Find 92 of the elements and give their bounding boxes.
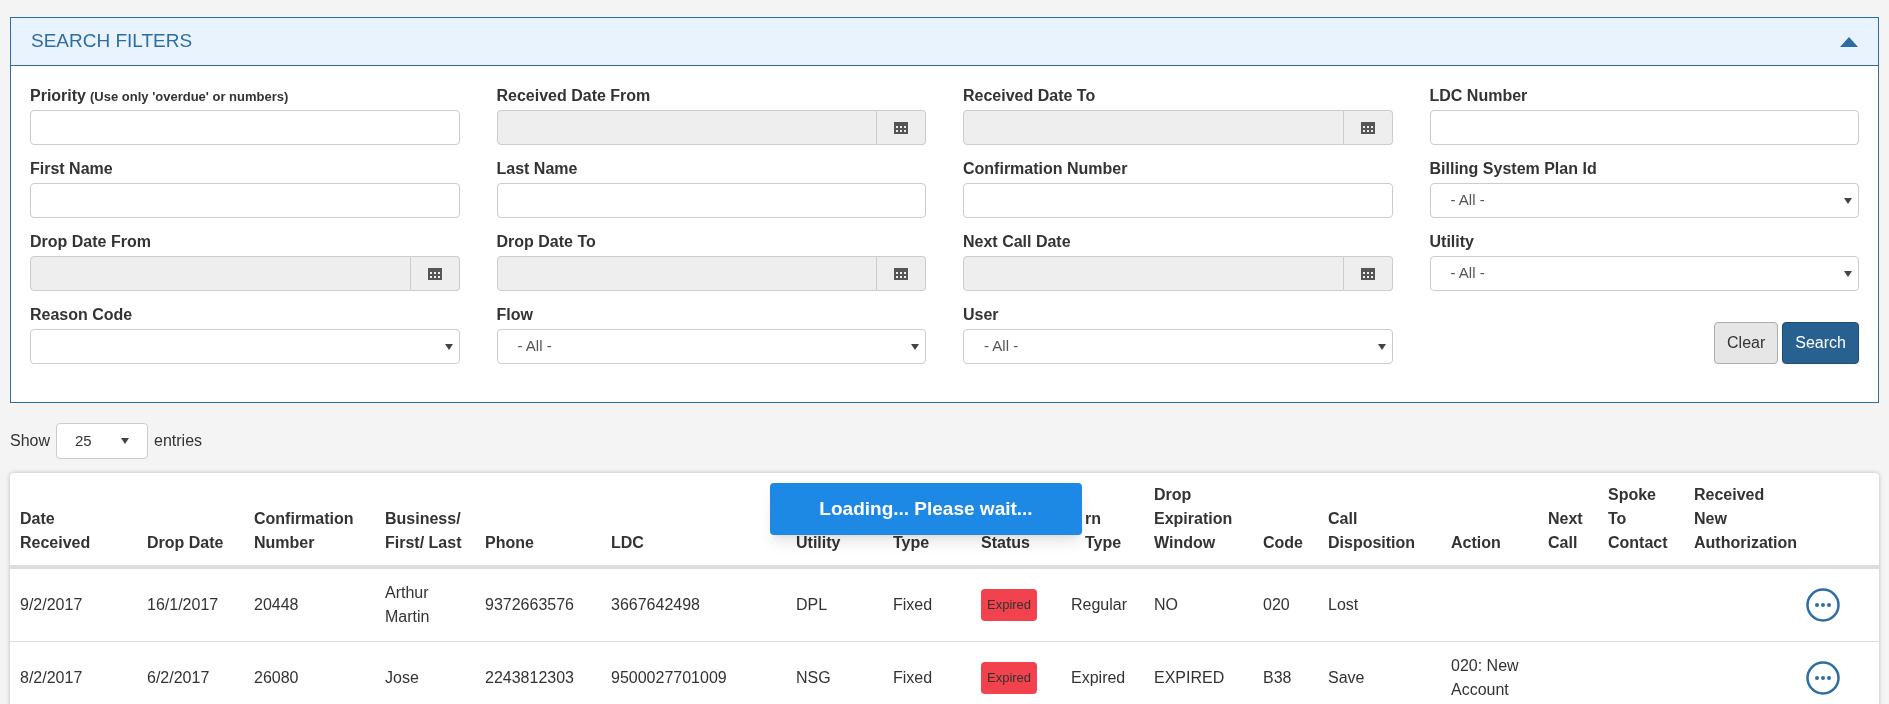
calendar-button[interactable] [1343,256,1393,291]
show-label: Show [10,431,51,451]
field-label: LDC Number [1429,86,1528,106]
column-header[interactable]: Code [1263,531,1318,555]
table-cell: 20448 [254,595,299,613]
select-field[interactable] [30,329,460,364]
table-cell: 020 [1263,595,1290,613]
field-label: Utility [1429,232,1474,252]
clear-button[interactable]: Clear [1714,322,1779,364]
field-label: Drop Date To [496,232,596,252]
table-cell: 2243812303 [485,669,574,686]
field-label: Reason Code [30,305,133,325]
table-cell: 3667642498 [611,595,700,613]
more-options-icon[interactable] [1806,587,1840,622]
calendar-icon [1360,121,1375,134]
table-cell: Fixed [893,669,933,686]
column-header[interactable]: Next Call [1548,507,1598,555]
input-field[interactable] [1429,110,1859,145]
table-cell: 16/1/2017 [147,595,219,613]
loading-message: Loading... Please wait... [770,483,1082,535]
table-cell: 8/2/2017 [20,669,83,686]
column-header[interactable]: Action [1451,531,1538,555]
table-cell: Jose [385,669,419,686]
column-header[interactable]: Phone [485,531,601,555]
column-header[interactable]: rn Type [1085,507,1144,555]
input-field[interactable] [496,183,926,218]
dropdown-caret-icon [121,438,130,444]
status-badge: Expired [981,662,1038,694]
table-cell: Arthur Martin [385,583,430,625]
field-label: Next Call Date [963,232,1071,252]
field-label: Flow [496,305,533,325]
search-button[interactable]: Search [1782,322,1859,364]
more-options-icon[interactable] [1806,661,1840,695]
calendar-button[interactable] [877,110,926,145]
collapse-icon[interactable] [1840,36,1858,47]
field-hint: (Use only 'overdue' or numbers) [90,88,289,106]
table-cell: 020: New Account [1451,657,1519,698]
column-header[interactable]: Spoke To Contact [1608,483,1684,555]
dropdown-caret-icon [911,343,919,350]
column-header[interactable]: Confirmation Number [254,507,375,555]
table-cell: NO [1154,595,1178,613]
table-cell: Expired [1071,669,1126,686]
table-cell: DPL [796,595,828,613]
field-label: Confirmation Number [963,159,1128,179]
column-header[interactable]: Drop Date [147,531,244,555]
table-cell: 6/2/2017 [147,669,210,686]
table-cell: Fixed [893,595,933,613]
field-label: Drop Date From [30,232,151,252]
column-header[interactable]: Received New Authorization [1694,483,1806,555]
field-label: Last Name [496,159,578,179]
dropdown-caret-icon [444,343,453,350]
table-cell: 9/2/2017 [20,595,83,613]
entries-label: entries [154,431,203,451]
table-cell: Regular [1071,595,1128,613]
input-field[interactable] [30,183,460,218]
input-field[interactable] [963,183,1393,218]
page-length-select[interactable]: 25 [56,423,149,459]
field-label: User [963,305,999,325]
dropdown-caret-icon [1844,270,1852,277]
select-field[interactable]: - All - [1429,183,1859,218]
select-field[interactable]: - All - [1429,256,1859,291]
column-header[interactable]: Date Received [20,507,137,555]
table-cell: 26080 [254,669,299,686]
calendar-button[interactable] [410,256,460,291]
field-label: Priority [30,86,86,106]
calendar-icon [1360,267,1375,280]
calendar-button[interactable] [877,256,926,291]
calendar-button[interactable] [1343,110,1393,145]
calendar-icon [894,267,908,280]
field-label: Received Date From [496,86,651,106]
select-field[interactable]: - All - [963,329,1393,364]
table-cell: NSG [796,669,831,686]
column-header[interactable]: Call Disposition [1328,507,1441,555]
panel-title: SEARCH FILTERS [31,29,193,54]
table-cell: B38 [1263,669,1292,686]
dropdown-caret-icon [1377,343,1386,350]
table-cell: 9500027701009 [611,669,727,686]
input-field[interactable] [30,110,460,145]
table-cell: 9372663576 [485,595,574,613]
column-header[interactable]: Drop Expiration Window [1154,483,1253,555]
status-badge: Expired [981,588,1038,621]
field-label: Received Date To [963,86,1096,106]
dropdown-caret-icon [1844,197,1852,204]
field-label: Billing System Plan Id [1429,159,1597,179]
field-label: First Name [30,159,113,179]
table-cell: EXPIRED [1154,669,1225,686]
column-header[interactable]: Business/ First/ Last [385,507,475,555]
select-field[interactable]: - All - [496,329,926,364]
calendar-icon [894,121,908,134]
table-cell: Save [1328,669,1365,686]
table-cell: Lost [1328,595,1359,613]
calendar-icon [427,267,442,280]
